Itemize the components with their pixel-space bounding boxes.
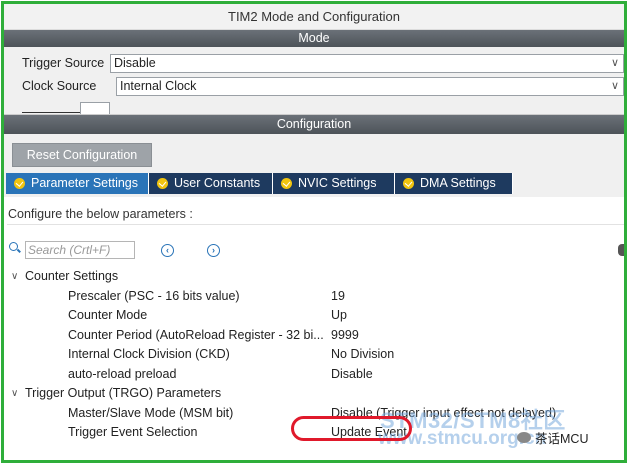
param-row[interactable]: Counter Mode Up: [7, 306, 624, 326]
param-row[interactable]: auto-reload preload Disable: [7, 365, 624, 385]
trigger-source-value: Disable: [114, 56, 156, 70]
window-title: TIM2 Mode and Configuration: [4, 4, 624, 30]
configuration-bar: Configuration: [4, 115, 624, 134]
tab-user-constants[interactable]: User Constants: [149, 173, 273, 194]
param-row[interactable]: Internal Clock Division (CKD) No Divisio…: [7, 345, 624, 365]
configure-hint: Configure the below parameters :: [7, 204, 624, 225]
param-name: Internal Clock Division (CKD): [68, 347, 230, 361]
param-row[interactable]: Master/Slave Mode (MSM bit) Disable (Tri…: [7, 404, 624, 424]
clock-source-label: Clock Source: [22, 79, 97, 93]
clock-source-select[interactable]: Internal Clock ∨: [116, 76, 624, 96]
chevron-down-icon: ∨: [610, 79, 619, 92]
config-window: TIM2 Mode and Configuration Mode Trigger…: [1, 1, 627, 463]
search-row: Search (Crtl+F) ‹ ›: [9, 240, 220, 260]
search-input[interactable]: Search (Crtl+F): [25, 241, 135, 259]
trgo-parameters-group[interactable]: ∨ Trigger Output (TRGO) Parameters: [7, 384, 624, 404]
clock-source-row: Clock Source Internal Clock ∨: [22, 76, 624, 96]
param-value: 19: [331, 288, 345, 303]
reset-configuration-button[interactable]: Reset Configuration: [12, 143, 152, 167]
config-tabs: Parameter Settings User Constants NVIC S…: [6, 173, 513, 194]
chevron-down-icon: ∨: [610, 56, 619, 69]
tab-nvic-settings[interactable]: NVIC Settings: [273, 173, 395, 194]
check-circle-icon: [14, 178, 25, 189]
param-value: Up: [331, 308, 347, 322]
clipped-row: [22, 101, 110, 114]
param-name: Counter Period (AutoReload Register - 32…: [68, 327, 324, 342]
tab-label: Parameter Settings: [31, 176, 138, 190]
clock-source-value: Internal Clock: [120, 79, 197, 93]
param-value: No Division: [331, 347, 395, 361]
configuration-panel: Reset Configuration Parameter Settings U…: [4, 134, 624, 197]
param-row[interactable]: Prescaler (PSC - 16 bits value) 19: [7, 287, 624, 307]
check-circle-icon: [281, 178, 292, 189]
param-value: Disable: [331, 366, 373, 381]
param-row[interactable]: Counter Period (AutoReload Register - 32…: [7, 326, 624, 346]
param-name: Prescaler (PSC - 16 bits value): [68, 288, 240, 303]
parameter-tree: ∨ Counter Settings Prescaler (PSC - 16 b…: [7, 267, 624, 443]
chevron-down-icon: ∨: [11, 271, 19, 282]
parameter-panel: Configure the below parameters : Search …: [7, 204, 624, 460]
mode-bar: Mode: [4, 30, 624, 47]
param-value: Disable (Trigger input effect not delaye…: [331, 405, 557, 420]
counter-settings-group[interactable]: ∨ Counter Settings: [7, 267, 624, 287]
scrollbar-handle[interactable]: [618, 244, 624, 256]
param-name: auto-reload preload: [68, 366, 177, 381]
trigger-source-label: Trigger Source: [22, 56, 105, 70]
param-name: Trigger Event Selection: [68, 425, 198, 439]
clipped-label-fragment: [22, 112, 80, 114]
mode-panel: Trigger Source Disable ∨ Clock Source In…: [4, 47, 624, 115]
param-name: Master/Slave Mode (MSM bit): [68, 405, 234, 420]
trigger-source-row: Trigger Source Disable ∨: [22, 53, 624, 73]
tab-parameter-settings[interactable]: Parameter Settings: [6, 173, 149, 194]
previous-result-icon[interactable]: ‹: [161, 243, 174, 257]
chevron-down-icon: ∨: [11, 388, 19, 399]
check-circle-icon: [403, 178, 414, 189]
param-name: Counter Mode: [68, 308, 148, 322]
param-value: Update Event: [331, 425, 407, 439]
search-icon: [9, 242, 18, 251]
clipped-select[interactable]: [80, 101, 110, 114]
next-result-icon[interactable]: ›: [207, 243, 220, 257]
param-value: 9999: [331, 327, 359, 342]
tab-label: DMA Settings: [420, 176, 496, 190]
tab-label: User Constants: [174, 176, 261, 190]
tab-dma-settings[interactable]: DMA Settings: [395, 173, 513, 194]
group-label: Trigger Output (TRGO) Parameters: [25, 386, 222, 400]
param-row[interactable]: Trigger Event Selection Update Event: [7, 423, 624, 443]
trigger-source-select[interactable]: Disable ∨: [110, 53, 624, 73]
check-circle-icon: [157, 178, 168, 189]
group-label: Counter Settings: [25, 269, 119, 283]
tab-label: NVIC Settings: [298, 176, 377, 190]
